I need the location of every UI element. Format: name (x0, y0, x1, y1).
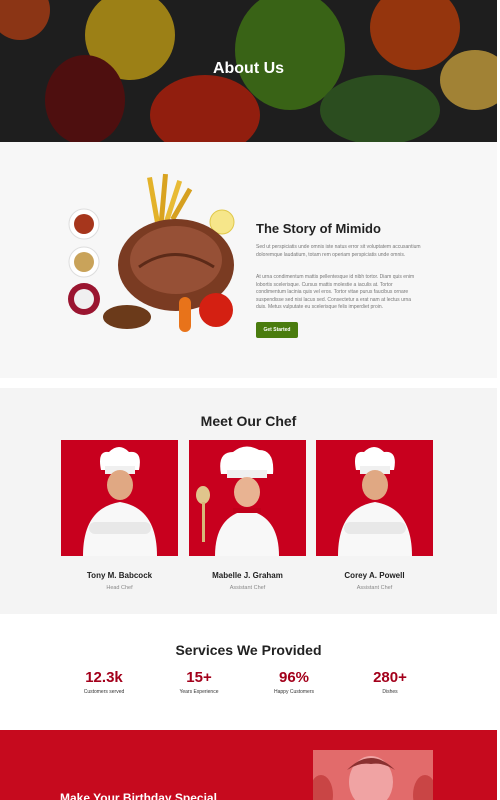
birthday-photo (313, 750, 433, 800)
story-section: The Story of Mimido Sed ut perspiciatis … (0, 142, 497, 378)
chef-role: Head Chef (106, 585, 133, 591)
stat-label: Customers served (83, 689, 125, 695)
chefs-section: Meet Our Chef Tony M. Babcock Head Chef … (0, 388, 497, 614)
stat-value: 280+ (373, 669, 407, 686)
hero-banner: About Us (0, 0, 497, 142)
stat-years-experience: 15+ Years Experience (159, 669, 239, 695)
stat-dishes: 280+ Dishes (350, 669, 430, 695)
chef-card[interactable]: Mabelle J. Graham Assistant Chef (189, 440, 306, 591)
stat-label: Happy Customers (273, 689, 314, 695)
stat-value: 12.3k (85, 669, 123, 686)
get-started-button[interactable]: Get Started (256, 322, 298, 338)
chef-role: Assistant Chef (356, 585, 393, 591)
chef-role: Assistant Chef (229, 585, 266, 591)
chef-name: Tony M. Babcock (86, 571, 153, 580)
chef-name: Corey A. Powell (344, 571, 405, 580)
birthday-promo-section: Make Your Birthday Special (0, 730, 497, 800)
chef-card[interactable]: Tony M. Babcock Head Chef (61, 440, 178, 591)
page-title: About Us (212, 60, 285, 77)
story-paragraph: At urna condimentum mattis pellentesque … (256, 274, 415, 310)
services-title: Services We Provided (175, 642, 322, 658)
stat-value: 96% (278, 669, 310, 686)
stat-happy-customers: 96% Happy Customers (254, 669, 334, 695)
promo-heading: Make Your Birthday Special (60, 791, 217, 800)
stat-label: Dishes (382, 689, 398, 695)
chef-photo (61, 440, 178, 556)
chef-name: Mabelle J. Graham (212, 571, 283, 580)
story-title: The Story of Mimido (256, 221, 381, 236)
chefs-title: Meet Our Chef (200, 413, 297, 429)
stat-customers-served: 12.3k Customers served (64, 669, 144, 695)
chef-card[interactable]: Corey A. Powell Assistant Chef (316, 440, 433, 591)
stat-value: 15+ (186, 669, 212, 686)
services-section: Services We Provided 12.3k Customers ser… (0, 614, 497, 730)
story-paragraph: Sed ut perspiciatis unde omnis iste natu… (256, 244, 421, 258)
steak-platter-image (68, 173, 235, 332)
stat-label: Years Experience (179, 689, 219, 695)
chef-photo (189, 440, 306, 556)
chef-photo (316, 440, 433, 556)
